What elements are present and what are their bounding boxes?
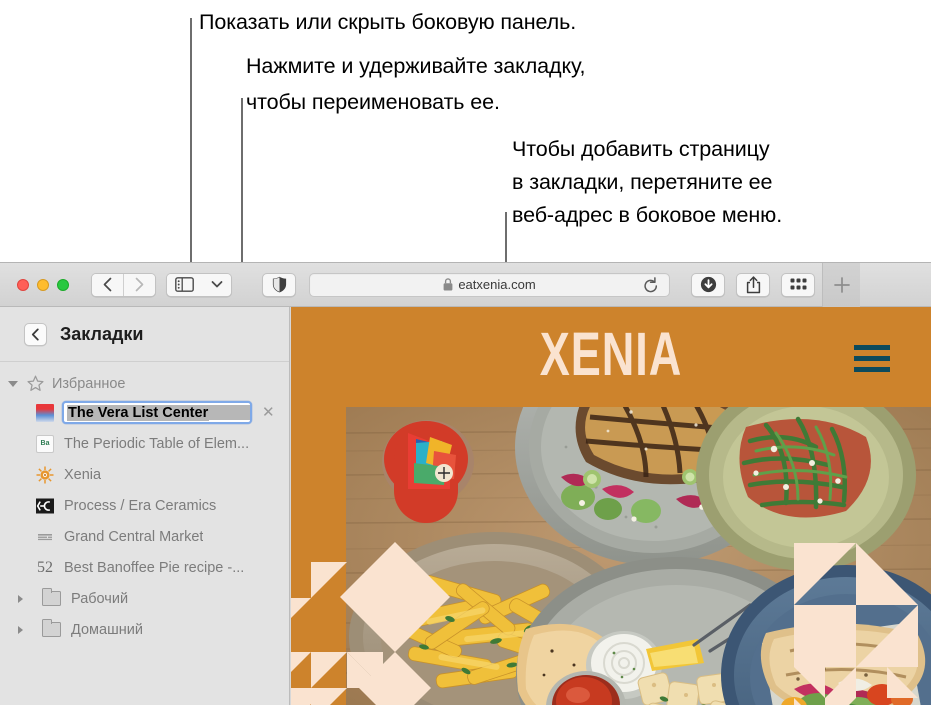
shield-icon: [272, 276, 286, 293]
bookmark-row[interactable]: Xenia: [0, 459, 289, 490]
privacy-report-button[interactable]: [262, 272, 296, 297]
rename-callout-text-line1: Нажмите и удерживайте закладку,: [246, 54, 586, 78]
bookmark-folder-row[interactable]: Домашний: [0, 614, 289, 645]
add-bookmark-callout-line: [505, 212, 507, 269]
lines-icon: [36, 528, 54, 546]
bookmark-rename-input[interactable]: The Vera List Center: [62, 401, 252, 424]
bookmark-folder-row[interactable]: Рабочий: [0, 583, 289, 614]
bookmarks-list: Избранное The Vera List Center ✕ Ba The …: [0, 362, 289, 645]
chevron-right-icon: [135, 277, 143, 292]
bookmark-row[interactable]: Grand Central Market: [0, 521, 289, 552]
url-text: eatxenia.com: [458, 277, 536, 292]
address-bar-content: eatxenia.com: [443, 277, 536, 292]
bookmark-label: Xenia: [64, 466, 102, 483]
bookmark-row-editing[interactable]: The Vera List Center ✕: [0, 397, 289, 428]
screenshot-root: Показать или скрыть боковую панель. Нажм…: [0, 0, 931, 705]
ec-monogram-icon: [36, 497, 54, 515]
share-icon: [746, 275, 760, 293]
tab-overview-button[interactable]: [781, 272, 815, 297]
fifty-two-icon: 52: [37, 558, 53, 576]
sidebar-dropdown-button[interactable]: [203, 273, 231, 296]
window-controls[interactable]: [17, 278, 69, 291]
reload-button[interactable]: [642, 276, 660, 295]
chevron-left-icon: [31, 328, 39, 340]
folder-icon: [41, 588, 61, 606]
hero-photo-inner: [291, 407, 931, 705]
disclosure-triangle-icon[interactable]: [18, 594, 23, 603]
toolbar-right-buttons: [691, 272, 815, 297]
barium-element-icon: Ba: [36, 434, 54, 453]
bookmarks-group-favorites[interactable]: Избранное: [0, 370, 289, 397]
zoom-window-button[interactable]: [57, 278, 69, 291]
close-window-button[interactable]: [17, 278, 29, 291]
food-photo-illustration: [291, 407, 931, 705]
site-header: XENIA: [291, 307, 931, 407]
site-logo[interactable]: XENIA: [317, 320, 906, 390]
sidebar-icon: [175, 277, 194, 292]
close-icon[interactable]: ✕: [262, 405, 275, 420]
reload-icon: [644, 276, 658, 292]
selection-trail: [209, 405, 250, 420]
downloads-button[interactable]: [691, 272, 725, 297]
bookmark-label: Grand Central Market: [64, 528, 204, 545]
bookmark-row[interactable]: 52 Best Banoffee Pie recipe -...: [0, 552, 289, 583]
navigation-buttons: [91, 272, 156, 297]
folder-label: Домашний: [71, 621, 143, 638]
plus-icon: [833, 276, 850, 293]
sidebar-toggle-callout-line: [190, 18, 192, 268]
download-icon: [700, 276, 716, 293]
disclosure-triangle-icon[interactable]: [18, 625, 23, 634]
sidebar-title: Закладки: [60, 323, 144, 344]
bookmark-label: Best Banoffee Pie recipe -...: [64, 559, 245, 576]
lock-icon: [443, 278, 453, 291]
sidebar-toggle-callout-text: Показать или скрыть боковую панель.: [199, 10, 577, 34]
web-content-area: XENIA: [291, 307, 931, 705]
folder-icon: [41, 619, 61, 637]
folder-label: Рабочий: [71, 590, 129, 607]
hero-food-photo: [291, 407, 931, 705]
sunburst-icon: [36, 466, 54, 484]
bookmark-row[interactable]: Ba The Periodic Table of Elem...: [0, 428, 289, 459]
sidebar-header: Закладки: [0, 307, 289, 362]
toggle-sidebar-button[interactable]: [166, 273, 203, 296]
share-button[interactable]: [736, 272, 770, 297]
sidebar-back-button[interactable]: [24, 322, 47, 346]
grid-icon: [790, 278, 806, 290]
safari-window: eatxenia.com Закладки Избранное The Vera…: [0, 262, 931, 705]
rename-callout-text-line2: чтобы переименовать ее.: [246, 90, 500, 114]
browser-toolbar: eatxenia.com: [0, 263, 931, 307]
chevron-down-icon: [211, 281, 223, 288]
chevron-left-icon: [103, 277, 112, 292]
bookmark-row[interactable]: Process / Era Ceramics: [0, 490, 289, 521]
add-bookmark-callout-text-line1: Чтобы добавить страницу: [512, 137, 770, 161]
bookmark-label: The Periodic Table of Elem...: [64, 435, 250, 452]
bookmarks-sidebar: Закладки Избранное The Vera List Center: [0, 307, 290, 705]
add-bookmark-callout-text-line3: веб-адрес в боковое меню.: [512, 203, 783, 227]
new-tab-button[interactable]: [822, 263, 860, 307]
hamburger-menu-icon[interactable]: [854, 345, 890, 378]
star-icon: [27, 375, 44, 391]
disclosure-triangle-icon[interactable]: [8, 380, 18, 387]
address-bar[interactable]: eatxenia.com: [309, 272, 670, 297]
add-bookmark-callout-text-line2: в закладки, перетяните ее: [512, 170, 773, 194]
group-label: Избранное: [52, 375, 126, 392]
minimize-window-button[interactable]: [37, 278, 49, 291]
back-button[interactable]: [92, 273, 123, 296]
sidebar-controls: [165, 272, 232, 297]
gradient-square-icon: [36, 403, 54, 422]
bookmark-rename-value: The Vera List Center: [67, 404, 210, 421]
bookmark-label: Process / Era Ceramics: [64, 497, 217, 514]
forward-button[interactable]: [123, 273, 155, 296]
